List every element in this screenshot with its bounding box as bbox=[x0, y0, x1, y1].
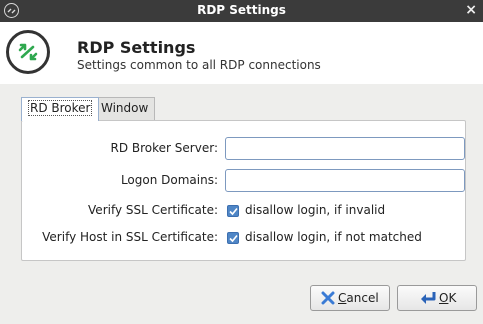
checkmark-icon bbox=[229, 234, 238, 243]
close-icon[interactable]: × bbox=[465, 2, 477, 18]
tab-window[interactable]: Window bbox=[94, 97, 156, 120]
ok-label: OK bbox=[439, 291, 457, 305]
verify-host-label: Verify Host in SSL Certificate: bbox=[42, 230, 218, 244]
verify-ssl-text: disallow login, if invalid bbox=[245, 203, 386, 217]
logon-domains-label: Logon Domains: bbox=[120, 173, 218, 187]
tab-window-label: Window bbox=[101, 101, 149, 115]
remote-desktop-icon bbox=[6, 30, 50, 74]
broker-server-input[interactable] bbox=[225, 137, 465, 160]
ok-button[interactable]: OK bbox=[397, 285, 477, 311]
checkmark-icon bbox=[229, 207, 238, 216]
cancel-button[interactable]: Cancel bbox=[310, 285, 390, 311]
verify-host-text: disallow login, if not matched bbox=[245, 230, 422, 244]
tab-rd-broker-label: RD Broker bbox=[28, 100, 93, 116]
title-bar: RDP Settings × bbox=[0, 0, 483, 22]
header-subtitle: Settings common to all RDP connections bbox=[77, 58, 321, 72]
header-title: RDP Settings bbox=[77, 38, 196, 57]
broker-server-label: RD Broker Server: bbox=[110, 141, 218, 155]
cancel-label: Cancel bbox=[338, 291, 379, 305]
cancel-x-icon bbox=[321, 291, 335, 308]
verify-ssl-label: Verify SSL Certificate: bbox=[88, 203, 218, 217]
logon-domains-input[interactable] bbox=[225, 169, 465, 192]
dialog-header: RDP Settings Settings common to all RDP … bbox=[0, 22, 483, 84]
window-title: RDP Settings bbox=[197, 3, 286, 17]
return-arrow-icon bbox=[420, 291, 436, 308]
verify-ssl-checkbox[interactable] bbox=[227, 205, 239, 217]
verify-host-checkbox[interactable] bbox=[227, 232, 239, 244]
dialog-content: RD Broker Window RD Broker Server: Logon… bbox=[0, 84, 483, 324]
tab-rd-broker[interactable]: RD Broker bbox=[21, 97, 100, 121]
rd-broker-panel: RD Broker Server: Logon Domains: Verify … bbox=[21, 120, 466, 261]
